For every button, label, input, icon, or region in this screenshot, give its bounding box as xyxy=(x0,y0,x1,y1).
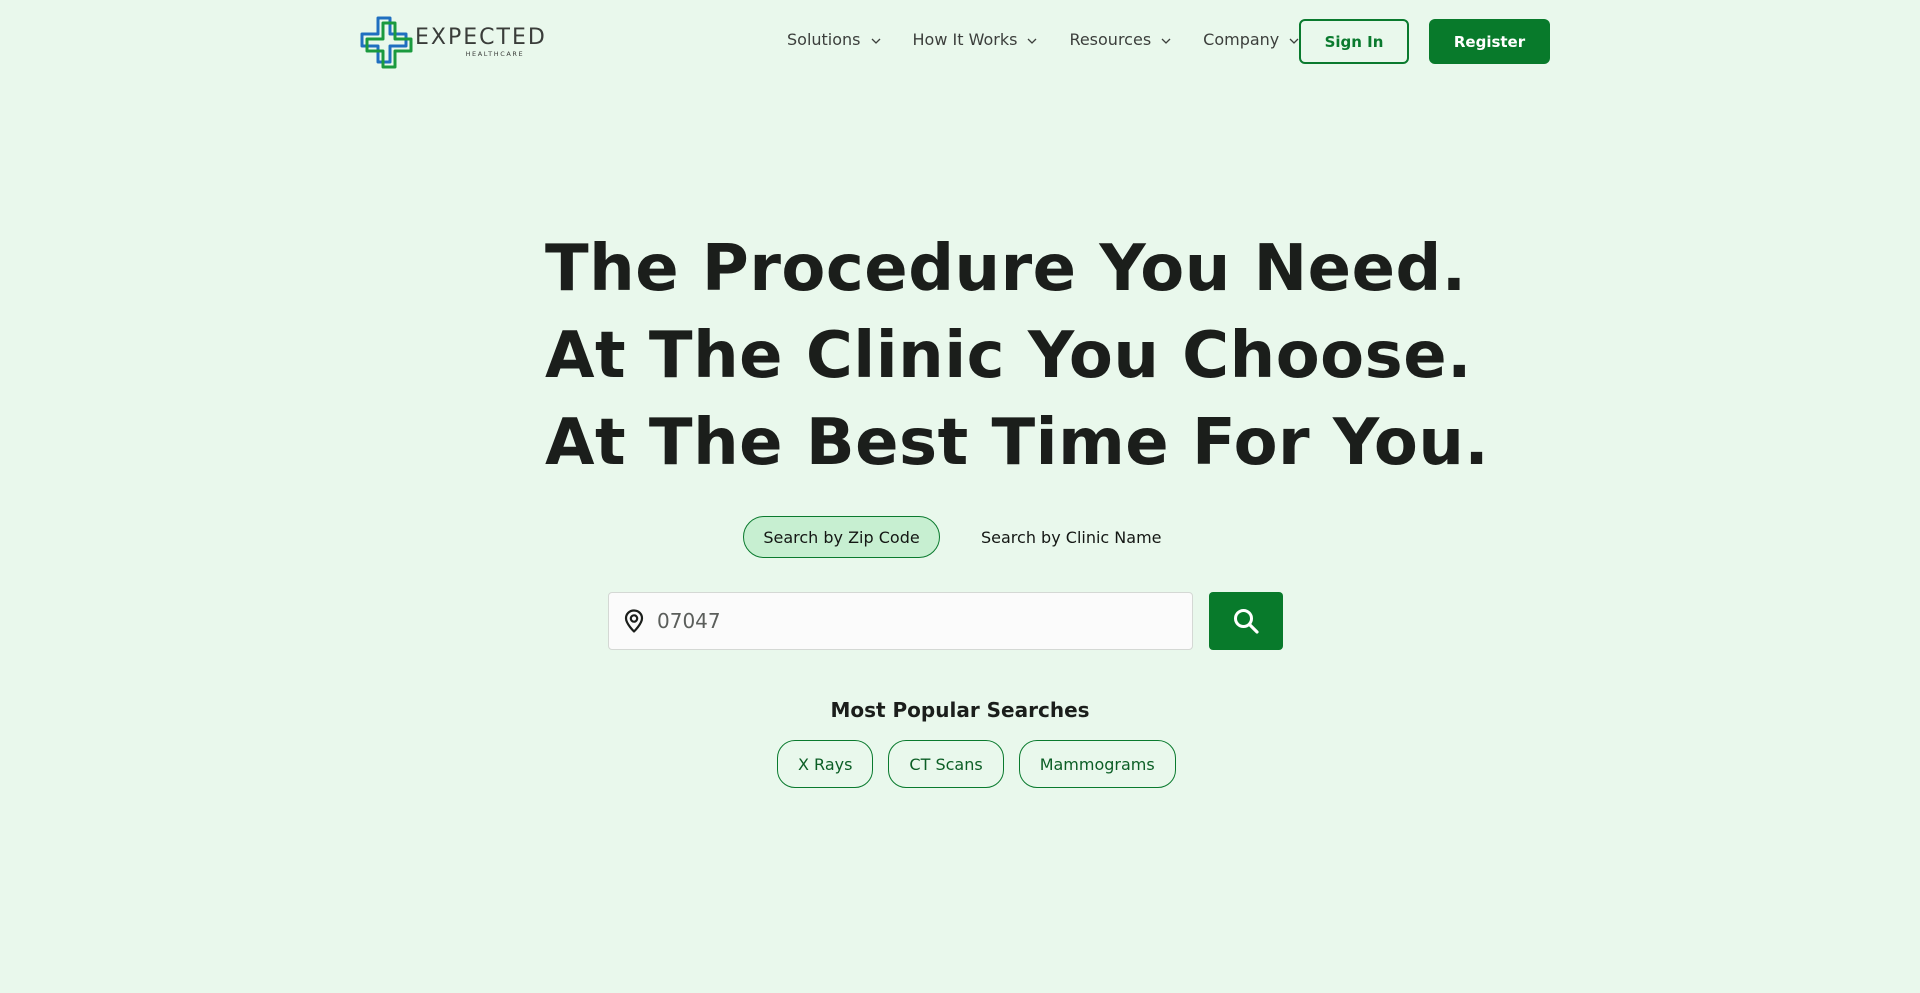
hero-line-3: At The Best Time For You. xyxy=(545,406,1490,480)
search-tabs: Search by Zip Code Search by Clinic Name xyxy=(743,516,1180,558)
page: EXPECTED HEALTHCARE Solutions How It Wor… xyxy=(0,0,1920,993)
nav-item-label: Company xyxy=(1203,30,1280,49)
nav-item-label: Solutions xyxy=(787,30,861,49)
chip-ct-scans[interactable]: CT Scans xyxy=(888,740,1004,788)
zip-search-field xyxy=(608,592,1193,650)
chip-x-rays[interactable]: X Rays xyxy=(777,740,874,788)
chevron-down-icon xyxy=(1027,38,1037,44)
logo-text: EXPECTED HEALTHCARE xyxy=(415,25,547,59)
nav-item-how-it-works[interactable]: How It Works xyxy=(913,30,1038,49)
nav-item-company[interactable]: Company xyxy=(1203,30,1299,49)
logo-link[interactable]: EXPECTED HEALTHCARE xyxy=(359,15,547,69)
map-pin-icon xyxy=(624,609,644,633)
tab-search-by-clinic-name[interactable]: Search by Clinic Name xyxy=(963,516,1180,558)
register-button[interactable]: Register xyxy=(1429,19,1550,64)
chevron-down-icon xyxy=(871,38,880,44)
nav-item-label: How It Works xyxy=(912,30,1018,49)
zip-code-input[interactable] xyxy=(657,601,1177,641)
chevron-down-icon xyxy=(1161,38,1171,44)
nav-item-resources[interactable]: Resources xyxy=(1069,30,1171,49)
sign-in-button[interactable]: Sign In xyxy=(1299,19,1409,64)
tab-search-by-zip-code[interactable]: Search by Zip Code xyxy=(743,516,940,558)
hero-line-1: The Procedure You Need. xyxy=(545,232,1467,306)
logo-subtitle: HEALTHCARE xyxy=(465,50,525,58)
site-header: EXPECTED HEALTHCARE Solutions How It Wor… xyxy=(0,0,1920,84)
chevron-down-icon xyxy=(1289,38,1299,44)
nav-item-label: Resources xyxy=(1069,30,1152,49)
logo-wordmark: EXPECTED xyxy=(415,25,547,50)
main-nav: Solutions How It Works Resources Company xyxy=(787,30,1331,49)
search-icon xyxy=(1234,609,1259,634)
hero-heading: The Procedure You Need. At The Clinic Yo… xyxy=(545,226,1490,487)
hero-line-2: At The Clinic You Choose. xyxy=(545,319,1472,393)
popular-searches-title: Most Popular Searches xyxy=(830,698,1090,722)
popular-searches-chips: X Rays CT Scans Mammograms xyxy=(777,740,1191,788)
search-button[interactable] xyxy=(1209,592,1283,650)
medical-cross-logo-icon xyxy=(360,16,413,69)
nav-item-solutions[interactable]: Solutions xyxy=(787,30,881,49)
chip-mammograms[interactable]: Mammograms xyxy=(1018,740,1176,788)
